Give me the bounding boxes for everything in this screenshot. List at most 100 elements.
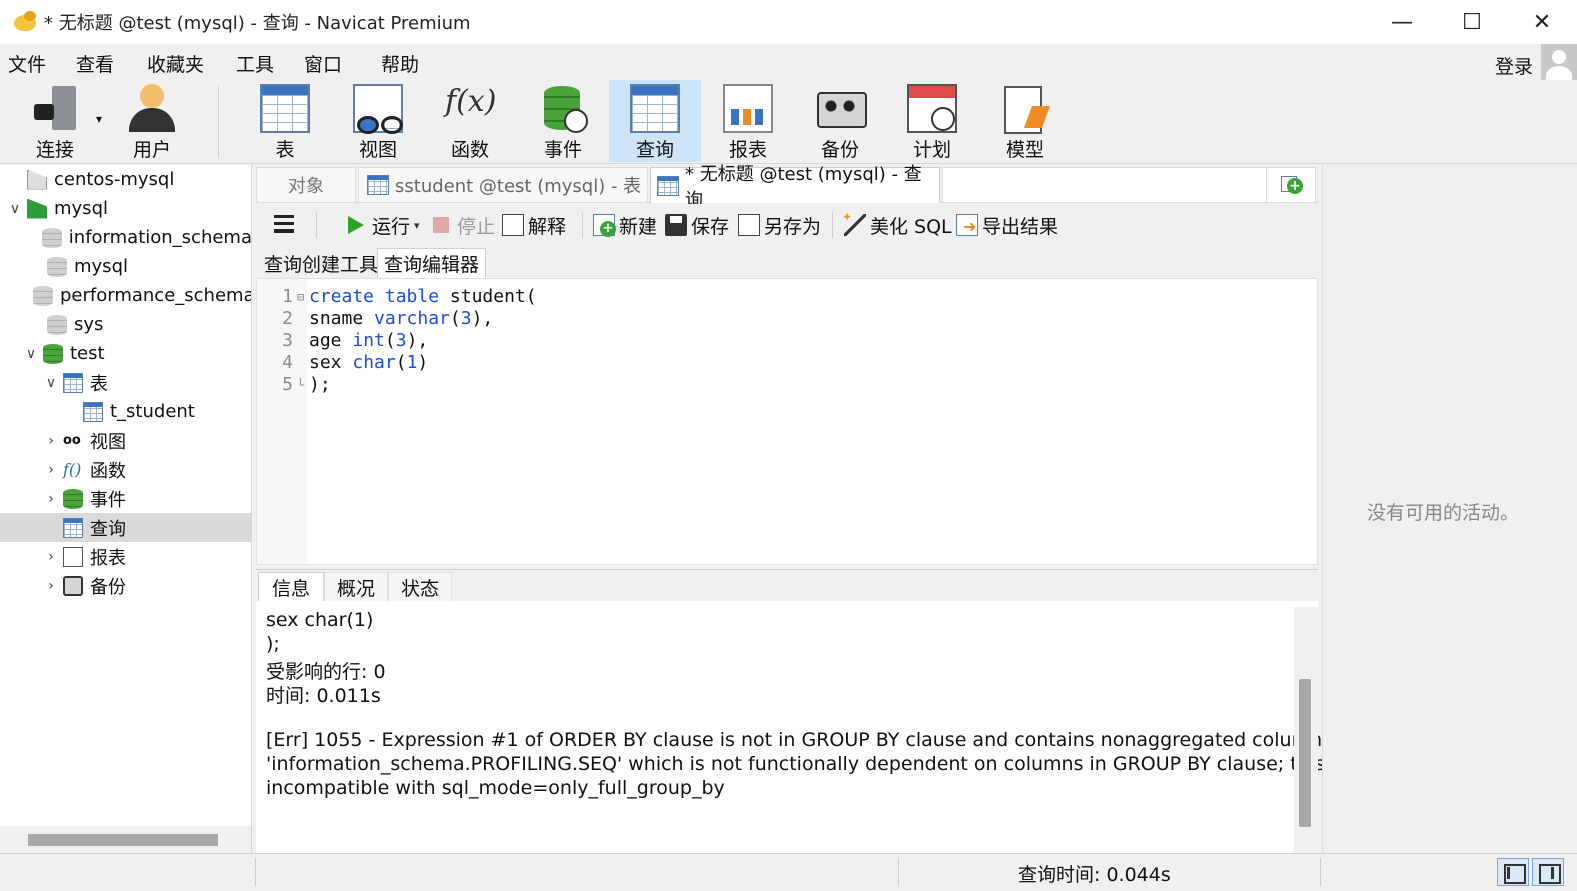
tree-item-backups[interactable]: › 备份 [0, 571, 251, 600]
menu-file[interactable]: 文件 [8, 50, 46, 77]
toolbar-connect-button[interactable]: 连接 [9, 80, 101, 162]
code-line[interactable]: 4 sex char(1) [257, 352, 1317, 374]
code-line[interactable]: 3 age int(3), [257, 330, 1317, 352]
tree-item-test[interactable]: ∨ test [0, 339, 251, 368]
export-results-button[interactable]: 导出结果 [956, 210, 1058, 240]
message-vertical-scrollbar[interactable] [1299, 679, 1311, 827]
event-icon [63, 488, 83, 509]
schedule-icon [907, 84, 957, 133]
menu-favorites[interactable]: 收藏夹 [147, 50, 204, 77]
tree-item-t-student[interactable]: t_student [0, 397, 251, 426]
beautify-sql-button[interactable]: 美化 SQL [842, 210, 952, 240]
tree-item-queries[interactable]: 查询 [0, 513, 251, 542]
stop-button[interactable]: 停止 [433, 210, 495, 240]
menu-icon[interactable] [274, 215, 294, 233]
tab-status[interactable]: 状态 [388, 572, 452, 602]
code-line[interactable]: 1 ⊟ create table student( [257, 286, 1317, 308]
tree-item-centos-mysql[interactable]: centos-mysql [0, 165, 251, 194]
code-text: sex char(1) [309, 352, 428, 374]
event-icon [538, 84, 588, 133]
toolbar-schedule-button[interactable]: 计划 [886, 80, 978, 162]
toolbar-event-button[interactable]: 事件 [517, 80, 609, 162]
tree-caret[interactable]: › [44, 462, 58, 478]
new-query-tab-button[interactable] [1266, 167, 1316, 203]
tab-untitled-query[interactable]: * 无标题 @test (mysql) - 查询 [650, 164, 940, 211]
connection-gray-icon [27, 169, 47, 190]
avatar[interactable] [1541, 44, 1577, 80]
close-button[interactable]: ✕ [1507, 0, 1577, 44]
tree-item-label: 报表 [90, 547, 126, 569]
tree-caret[interactable]: ∨ [8, 201, 22, 217]
fold-marker-icon[interactable]: ⊟ [297, 286, 304, 308]
save-as-button[interactable]: 另存为 [738, 210, 821, 240]
tree-caret[interactable]: › [44, 578, 58, 594]
tab-sstudent-table[interactable]: sstudent @test (mysql) - 表 [358, 167, 648, 203]
error-message: incompatible with sql_mode=only_full_gro… [266, 777, 725, 799]
connect-dropdown-icon[interactable]: ▾ [96, 112, 102, 126]
tab-query-builder[interactable]: 查询创建工具 [258, 248, 384, 278]
toolbar-event-label: 事件 [543, 139, 582, 161]
query-icon [63, 517, 83, 538]
stop-icon [433, 217, 449, 233]
toolbar-query-button[interactable]: 查询 [609, 80, 701, 162]
tree-caret[interactable]: ∨ [44, 375, 58, 391]
tree-caret[interactable]: › [44, 549, 58, 565]
minimize-button[interactable]: — [1367, 0, 1437, 44]
tree-item-label: mysql [74, 256, 128, 277]
sql-text: age [309, 330, 353, 351]
tree-item-views[interactable]: › oo 视图 [0, 426, 251, 455]
new-query-button[interactable]: 新建 [593, 210, 657, 240]
new-label: 新建 [619, 215, 658, 238]
toolbar-model-button[interactable]: 模型 [979, 80, 1071, 162]
explain-button[interactable]: 解释 [502, 210, 566, 240]
menu-window[interactable]: 窗口 [304, 50, 342, 77]
run-label: 运行 [372, 215, 411, 238]
toolbar-function-button[interactable]: f(x) 函数 [424, 80, 516, 162]
tree-caret[interactable]: › [44, 433, 58, 449]
sql-editor[interactable]: 1 ⊟ create table student(2 sname varchar(3)… [256, 278, 1318, 565]
tree-item-events[interactable]: › 事件 [0, 484, 251, 513]
login-link[interactable]: 登录 [1495, 52, 1533, 79]
menu-view[interactable]: 查看 [76, 50, 114, 77]
menu-tools[interactable]: 工具 [236, 50, 274, 77]
run-button[interactable]: 运行 ▾ [348, 210, 420, 240]
run-dropdown-icon[interactable]: ▾ [414, 219, 420, 232]
toolbar-report-button[interactable]: 报表 [702, 80, 794, 162]
tab-info[interactable]: 信息 [258, 572, 324, 602]
tab-objects[interactable]: 对象 [256, 167, 356, 203]
sql-keyword: char [352, 352, 396, 373]
tree-item-reports[interactable]: › 报表 [0, 542, 251, 571]
menu-bar: 文件 查看 收藏夹 工具 窗口 帮助 登录 [0, 44, 1577, 80]
error-message: 'information_schema.PROFILING.SEQ' which… [266, 753, 1347, 775]
toolbar-user-button[interactable]: 用户 [106, 80, 198, 162]
tree-item-mysql-connection[interactable]: ∨ mysql [0, 194, 251, 223]
code-line[interactable]: 5 └); [257, 374, 1317, 396]
toolbar-backup-button[interactable]: 备份 [794, 80, 886, 162]
tree-item-tables[interactable]: ∨ 表 [0, 368, 251, 397]
tree-item-functions[interactable]: › f() 函数 [0, 455, 251, 484]
toolbar-schedule-label: 计划 [912, 139, 951, 161]
tree-item-performance-schema[interactable]: performance_schema [0, 281, 251, 310]
tree-horizontal-scrollbar[interactable] [28, 834, 218, 846]
database-gray-icon [47, 256, 67, 277]
toolbar-table-button[interactable]: 表 [239, 80, 331, 162]
new-icon [593, 214, 616, 237]
database-green-icon [43, 343, 63, 364]
maximize-button[interactable]: ☐ [1437, 0, 1507, 44]
layout-right-panel-icon[interactable] [1532, 858, 1564, 886]
fold-marker-icon[interactable]: └ [297, 374, 304, 396]
menu-help[interactable]: 帮助 [381, 50, 419, 77]
code-line[interactable]: 2 sname varchar(3), [257, 308, 1317, 330]
tree-item-sys[interactable]: sys [0, 310, 251, 339]
status-bar: 查询时间: 0.044s [0, 853, 1577, 891]
tree-item-label: 备份 [90, 576, 126, 598]
tree-item-mysql-db[interactable]: mysql [0, 252, 251, 281]
tab-query-editor[interactable]: 查询编辑器 [377, 248, 487, 278]
tree-caret[interactable]: ∨ [24, 346, 38, 362]
tree-item-information-schema[interactable]: information_schema [0, 223, 251, 252]
save-button[interactable]: 保存 [665, 210, 729, 240]
tree-caret[interactable]: › [44, 491, 58, 507]
layout-left-panel-icon[interactable] [1497, 858, 1529, 886]
tab-overview[interactable]: 概况 [324, 572, 388, 602]
toolbar-view-button[interactable]: 视图 [332, 80, 424, 162]
